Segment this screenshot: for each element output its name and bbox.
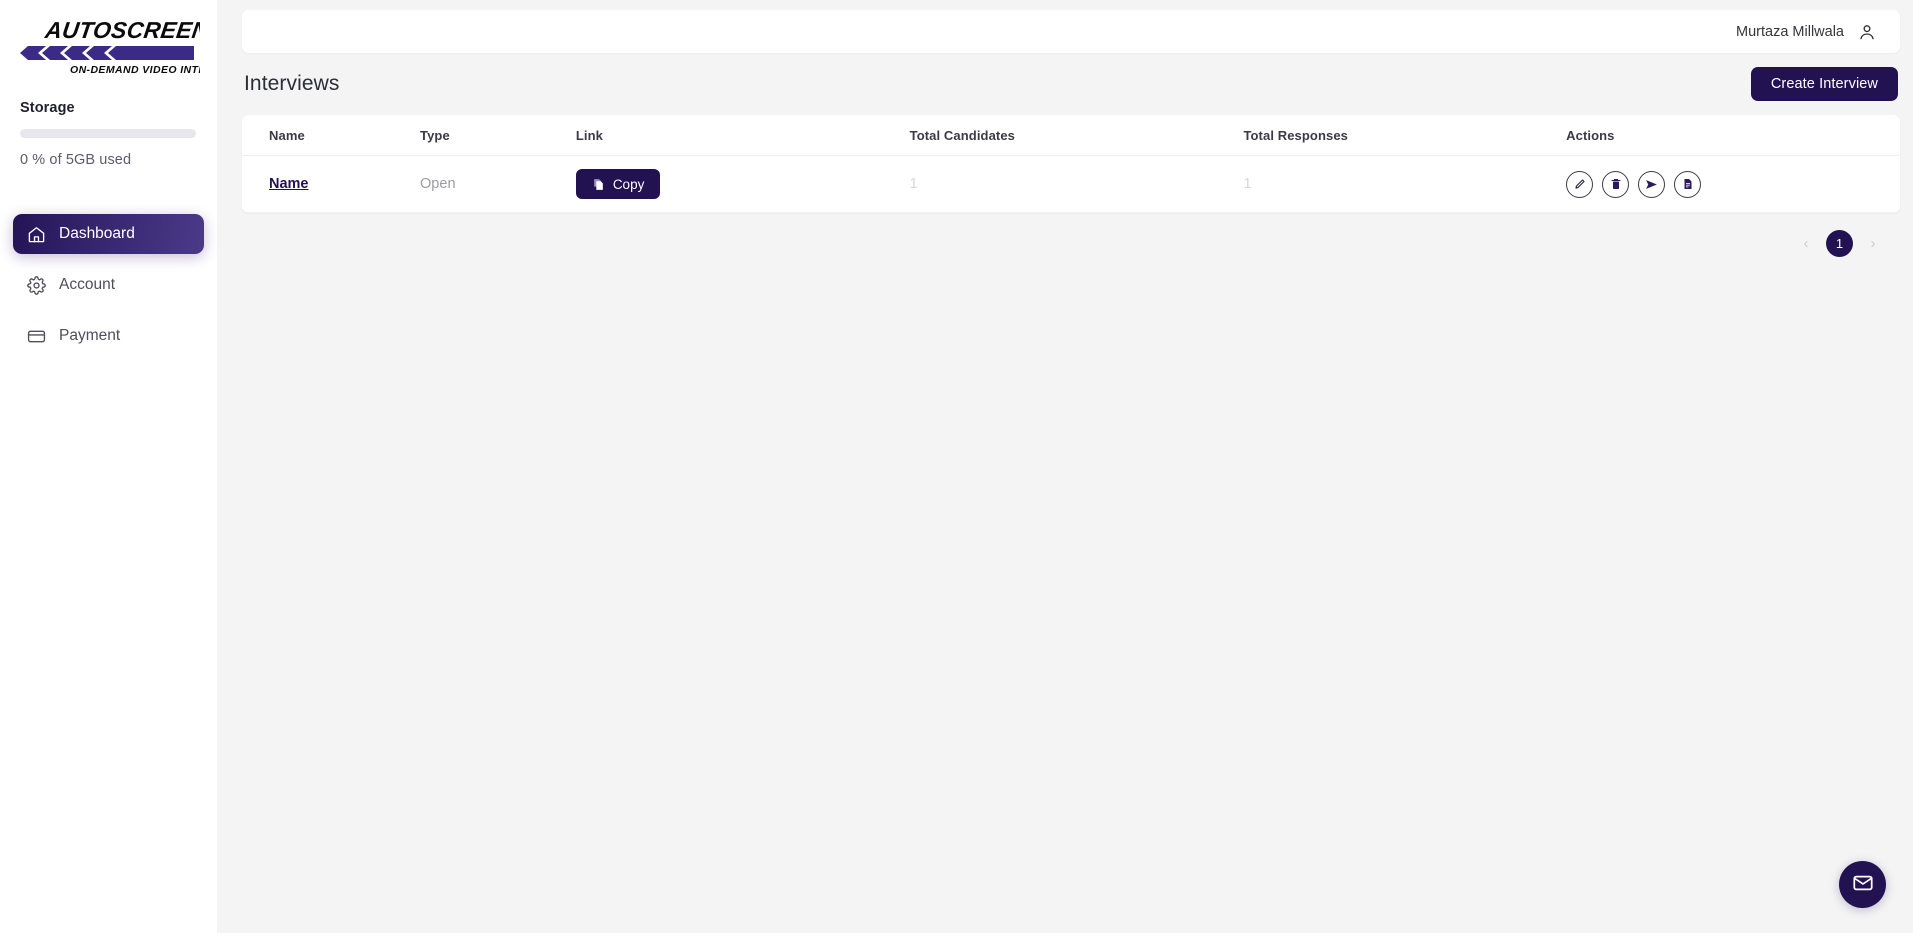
top-bar: Murtaza Millwala bbox=[242, 10, 1900, 53]
send-icon bbox=[1645, 178, 1658, 191]
sidebar-item-payment[interactable]: Payment bbox=[13, 316, 204, 356]
sidebar-item-label: Payment bbox=[59, 327, 121, 344]
mail-icon bbox=[1852, 872, 1874, 897]
sidebar-item-account[interactable]: Account bbox=[13, 265, 204, 305]
sidebar: AUTOSCREEN ON-DEMAND VIDEO INTERVIEWS St… bbox=[0, 0, 217, 933]
edit-interview-button[interactable] bbox=[1566, 170, 1594, 198]
credit-card-icon bbox=[26, 326, 46, 346]
pagination-page-1[interactable]: 1 bbox=[1826, 230, 1853, 257]
interview-name-link[interactable]: Name bbox=[269, 176, 309, 192]
table-header: Name Type Link Total Candidates Total Re… bbox=[242, 115, 1900, 156]
cell-total-candidates: 1 bbox=[909, 155, 1244, 213]
gear-icon bbox=[26, 275, 46, 295]
delete-icon bbox=[1610, 178, 1622, 190]
svg-text:AUTOSCREEN: AUTOSCREEN bbox=[43, 17, 200, 43]
table-header-row: Name Type Link Total Candidates Total Re… bbox=[242, 115, 1900, 156]
copy-button-label: Copy bbox=[612, 176, 645, 192]
column-header-total-responses: Total Responses bbox=[1243, 115, 1567, 156]
svg-text:ON-DEMAND VIDEO INTERVIEWS: ON-DEMAND VIDEO INTERVIEWS bbox=[70, 64, 200, 76]
sidebar-item-dashboard[interactable]: Dashboard bbox=[13, 214, 204, 254]
page-header: Interviews Create Interview bbox=[242, 53, 1900, 115]
person-icon[interactable] bbox=[1857, 22, 1877, 42]
table-row: Name Open Copy 1 1 bbox=[242, 155, 1900, 213]
home-icon bbox=[26, 224, 46, 244]
column-header-total-candidates: Total Candidates bbox=[909, 115, 1244, 156]
delete-interview-button[interactable] bbox=[1602, 170, 1630, 198]
cell-actions bbox=[1566, 155, 1900, 213]
column-header-actions: Actions bbox=[1566, 115, 1900, 156]
create-interview-button[interactable]: Create Interview bbox=[1750, 67, 1898, 101]
page-title: Interviews bbox=[244, 72, 340, 95]
row-actions bbox=[1566, 170, 1900, 198]
sidebar-item-label: Dashboard bbox=[59, 225, 135, 242]
cell-type: Open bbox=[420, 155, 576, 213]
cell-total-responses: 1 bbox=[1243, 155, 1567, 213]
report-icon bbox=[1682, 178, 1694, 190]
storage-section: Storage 0 % of 5GB used bbox=[0, 100, 217, 168]
report-interview-button[interactable] bbox=[1674, 170, 1702, 198]
pagination: ‹ 1 › bbox=[242, 213, 1900, 257]
copy-link-button[interactable]: Copy bbox=[575, 169, 661, 199]
table-body: Name Open Copy 1 1 bbox=[242, 155, 1900, 213]
storage-usage-text: 0 % of 5GB used bbox=[20, 152, 132, 168]
autoscreen-logo-icon: AUTOSCREEN ON-DEMAND VIDEO INTERVIEWS bbox=[20, 17, 200, 76]
cell-link: Copy bbox=[575, 155, 910, 213]
app-root: AUTOSCREEN ON-DEMAND VIDEO INTERVIEWS St… bbox=[0, 0, 1913, 933]
user-menu[interactable]: Murtaza Millwala bbox=[1736, 22, 1877, 42]
main-area: Murtaza Millwala Interviews Create Inter… bbox=[217, 0, 1913, 933]
edit-icon bbox=[1574, 178, 1586, 190]
copy-icon bbox=[592, 178, 605, 191]
storage-progress-bar bbox=[20, 129, 196, 138]
column-header-name: Name bbox=[242, 115, 421, 156]
column-header-link: Link bbox=[575, 115, 910, 156]
user-name-label: Murtaza Millwala bbox=[1736, 23, 1844, 40]
sidebar-item-label: Account bbox=[59, 276, 116, 293]
chat-support-button[interactable] bbox=[1839, 861, 1886, 908]
pagination-next-button[interactable]: › bbox=[1860, 231, 1886, 257]
column-header-type: Type bbox=[420, 115, 576, 156]
interviews-table-card: Name Type Link Total Candidates Total Re… bbox=[242, 115, 1900, 213]
send-interview-button[interactable] bbox=[1638, 170, 1666, 198]
sidebar-nav: Dashboard Account Payment bbox=[0, 214, 217, 356]
pagination-prev-button[interactable]: ‹ bbox=[1793, 231, 1819, 257]
content-area: Interviews Create Interview Name Type Li… bbox=[217, 53, 1913, 257]
brand-logo[interactable]: AUTOSCREEN ON-DEMAND VIDEO INTERVIEWS bbox=[0, 0, 217, 88]
interviews-table: Name Type Link Total Candidates Total Re… bbox=[242, 115, 1900, 213]
cell-name: Name bbox=[242, 155, 421, 213]
storage-label: Storage bbox=[20, 100, 75, 116]
